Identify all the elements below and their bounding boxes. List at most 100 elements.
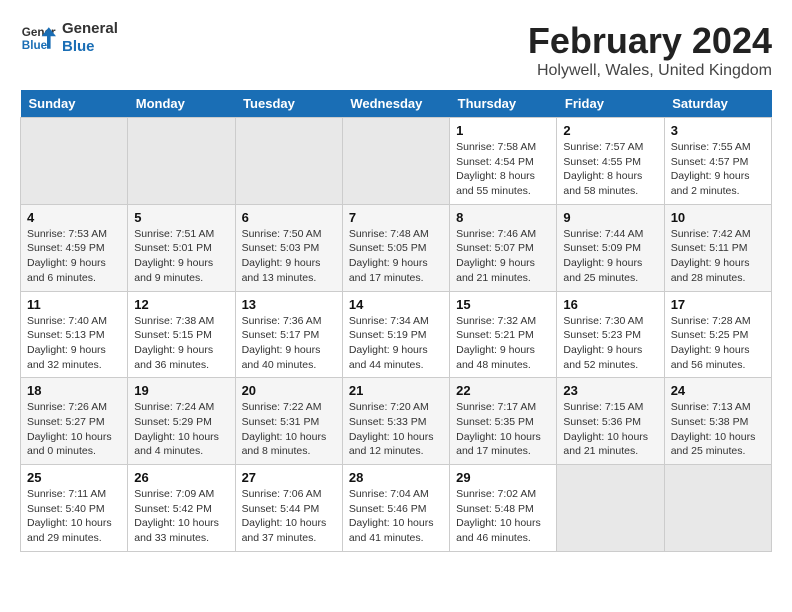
day-number: 7 (349, 210, 443, 225)
day-info: Sunrise: 7:36 AM Sunset: 5:17 PM Dayligh… (242, 314, 336, 373)
calendar-cell: 13 Sunrise: 7:36 AM Sunset: 5:17 PM Dayli… (235, 291, 342, 378)
day-number: 27 (242, 470, 336, 485)
day-info: Sunrise: 7:11 AM Sunset: 5:40 PM Dayligh… (27, 487, 121, 546)
day-number: 15 (456, 297, 550, 312)
day-number: 9 (563, 210, 657, 225)
calendar-cell: 25 Sunrise: 7:11 AM Sunset: 5:40 PM Dayli… (21, 465, 128, 552)
calendar-cell: 4 Sunrise: 7:53 AM Sunset: 4:59 PM Daylig… (21, 204, 128, 291)
calendar-body: 1 Sunrise: 7:58 AM Sunset: 4:54 PM Daylig… (21, 118, 772, 552)
calendar-cell: 1 Sunrise: 7:58 AM Sunset: 4:54 PM Daylig… (450, 118, 557, 205)
day-number: 11 (27, 297, 121, 312)
calendar-week-row: 25 Sunrise: 7:11 AM Sunset: 5:40 PM Dayli… (21, 465, 772, 552)
calendar-cell: 28Sunrise: 7:04 AM Sunset: 5:46 PM Dayli… (342, 465, 449, 552)
calendar-cell (21, 118, 128, 205)
day-number: 23 (563, 383, 657, 398)
day-number: 13 (242, 297, 336, 312)
day-number: 8 (456, 210, 550, 225)
calendar-cell: 21 Sunrise: 7:20 AM Sunset: 5:33 PM Dayli… (342, 378, 449, 465)
day-info: Sunrise: 7:09 AM Sunset: 5:42 PM Dayligh… (134, 487, 228, 546)
calendar-cell (342, 118, 449, 205)
calendar-cell: 22Sunrise: 7:17 AM Sunset: 5:35 PM Dayli… (450, 378, 557, 465)
day-number: 1 (456, 123, 550, 138)
day-number: 14 (349, 297, 443, 312)
calendar-cell: 6 Sunrise: 7:50 AM Sunset: 5:03 PM Daylig… (235, 204, 342, 291)
day-info: Sunrise: 7:06 AM Sunset: 5:44 PM Dayligh… (242, 487, 336, 546)
day-number: 4 (27, 210, 121, 225)
calendar-week-row: 18 Sunrise: 7:26 AM Sunset: 5:27 PM Dayli… (21, 378, 772, 465)
day-info: Sunrise: 7:51 AM Sunset: 5:01 PM Dayligh… (134, 227, 228, 286)
day-number: 3 (671, 123, 765, 138)
calendar-cell: 29 Sunrise: 7:02 AM Sunset: 5:48 PM Dayli… (450, 465, 557, 552)
calendar-cell: 2 Sunrise: 7:57 AM Sunset: 4:55 PM Daylig… (557, 118, 664, 205)
calendar-cell (664, 465, 771, 552)
logo-blue-text: Blue (62, 38, 118, 56)
logo-general-text: General (62, 20, 118, 38)
day-info: Sunrise: 7:46 AM Sunset: 5:07 PM Dayligh… (456, 227, 550, 286)
calendar-table: SundayMondayTuesdayWednesdayThursdayFrid… (20, 90, 772, 552)
day-number: 22 (456, 383, 550, 398)
day-info: Sunrise: 7:32 AM Sunset: 5:21 PM Dayligh… (456, 314, 550, 373)
day-info: Sunrise: 7:02 AM Sunset: 5:48 PM Dayligh… (456, 487, 550, 546)
day-info: Sunrise: 7:26 AM Sunset: 5:27 PM Dayligh… (27, 400, 121, 459)
calendar-cell: 9 Sunrise: 7:44 AM Sunset: 5:09 PM Daylig… (557, 204, 664, 291)
day-info: Sunrise: 7:48 AM Sunset: 5:05 PM Dayligh… (349, 227, 443, 286)
day-info: Sunrise: 7:04 AM Sunset: 5:46 PM Dayligh… (349, 487, 443, 546)
day-number: 16 (563, 297, 657, 312)
svg-text:Blue: Blue (22, 39, 48, 52)
day-info: Sunrise: 7:28 AM Sunset: 5:25 PM Dayligh… (671, 314, 765, 373)
month-year: February 2024 (528, 20, 772, 62)
calendar-cell: 14 Sunrise: 7:34 AM Sunset: 5:19 PM Dayli… (342, 291, 449, 378)
weekday-header-friday: Friday (557, 90, 664, 118)
calendar-cell: 5Sunrise: 7:51 AM Sunset: 5:01 PM Daylig… (128, 204, 235, 291)
day-info: Sunrise: 7:24 AM Sunset: 5:29 PM Dayligh… (134, 400, 228, 459)
weekday-header-tuesday: Tuesday (235, 90, 342, 118)
calendar-week-row: 11 Sunrise: 7:40 AM Sunset: 5:13 PM Dayli… (21, 291, 772, 378)
weekday-header-monday: Monday (128, 90, 235, 118)
calendar-cell: 20 Sunrise: 7:22 AM Sunset: 5:31 PM Dayli… (235, 378, 342, 465)
day-number: 26 (134, 470, 228, 485)
day-info: Sunrise: 7:34 AM Sunset: 5:19 PM Dayligh… (349, 314, 443, 373)
day-info: Sunrise: 7:50 AM Sunset: 5:03 PM Dayligh… (242, 227, 336, 286)
day-info: Sunrise: 7:42 AM Sunset: 5:11 PM Dayligh… (671, 227, 765, 286)
calendar-cell (128, 118, 235, 205)
calendar-cell: 18 Sunrise: 7:26 AM Sunset: 5:27 PM Dayli… (21, 378, 128, 465)
day-number: 29 (456, 470, 550, 485)
weekday-header-row: SundayMondayTuesdayWednesdayThursdayFrid… (21, 90, 772, 118)
day-info: Sunrise: 7:55 AM Sunset: 4:57 PM Dayligh… (671, 140, 765, 199)
calendar-week-row: 4 Sunrise: 7:53 AM Sunset: 4:59 PM Daylig… (21, 204, 772, 291)
calendar-cell: 19Sunrise: 7:24 AM Sunset: 5:29 PM Dayli… (128, 378, 235, 465)
day-info: Sunrise: 7:38 AM Sunset: 5:15 PM Dayligh… (134, 314, 228, 373)
weekday-header-sunday: Sunday (21, 90, 128, 118)
day-info: Sunrise: 7:15 AM Sunset: 5:36 PM Dayligh… (563, 400, 657, 459)
day-info: Sunrise: 7:57 AM Sunset: 4:55 PM Dayligh… (563, 140, 657, 199)
day-number: 21 (349, 383, 443, 398)
day-info: Sunrise: 7:44 AM Sunset: 5:09 PM Dayligh… (563, 227, 657, 286)
page-header: General Blue General Blue February 2024 … (20, 20, 772, 80)
calendar-cell: 3 Sunrise: 7:55 AM Sunset: 4:57 PM Daylig… (664, 118, 771, 205)
logo: General Blue General Blue (20, 20, 118, 56)
logo-icon: General Blue (20, 20, 56, 56)
weekday-header-saturday: Saturday (664, 90, 771, 118)
day-info: Sunrise: 7:40 AM Sunset: 5:13 PM Dayligh… (27, 314, 121, 373)
day-info: Sunrise: 7:22 AM Sunset: 5:31 PM Dayligh… (242, 400, 336, 459)
weekday-header-wednesday: Wednesday (342, 90, 449, 118)
day-number: 10 (671, 210, 765, 225)
day-number: 6 (242, 210, 336, 225)
day-info: Sunrise: 7:13 AM Sunset: 5:38 PM Dayligh… (671, 400, 765, 459)
day-info: Sunrise: 7:58 AM Sunset: 4:54 PM Dayligh… (456, 140, 550, 199)
day-number: 25 (27, 470, 121, 485)
day-number: 2 (563, 123, 657, 138)
calendar-cell: 23 Sunrise: 7:15 AM Sunset: 5:36 PM Dayli… (557, 378, 664, 465)
calendar-cell: 27 Sunrise: 7:06 AM Sunset: 5:44 PM Dayli… (235, 465, 342, 552)
day-number: 20 (242, 383, 336, 398)
calendar-cell: 8 Sunrise: 7:46 AM Sunset: 5:07 PM Daylig… (450, 204, 557, 291)
location: Holywell, Wales, United Kingdom (528, 62, 772, 80)
day-info: Sunrise: 7:53 AM Sunset: 4:59 PM Dayligh… (27, 227, 121, 286)
calendar-header: SundayMondayTuesdayWednesdayThursdayFrid… (21, 90, 772, 118)
day-number: 18 (27, 383, 121, 398)
calendar-cell: 24Sunrise: 7:13 AM Sunset: 5:38 PM Dayli… (664, 378, 771, 465)
day-number: 17 (671, 297, 765, 312)
calendar-cell: 12Sunrise: 7:38 AM Sunset: 5:15 PM Dayli… (128, 291, 235, 378)
calendar-cell: 7 Sunrise: 7:48 AM Sunset: 5:05 PM Daylig… (342, 204, 449, 291)
day-info: Sunrise: 7:20 AM Sunset: 5:33 PM Dayligh… (349, 400, 443, 459)
